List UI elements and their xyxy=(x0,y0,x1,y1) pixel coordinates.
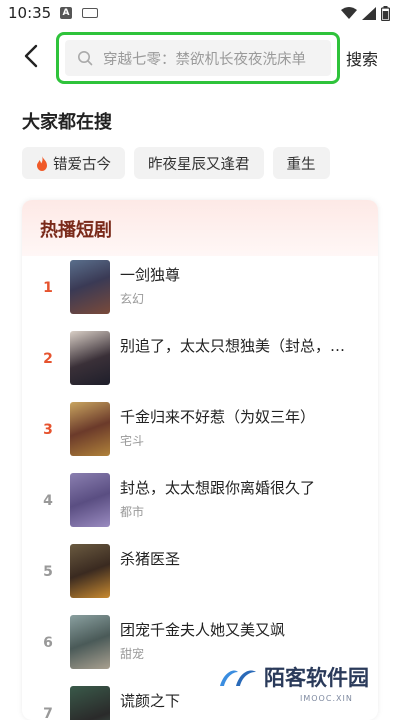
rank-number: 7 xyxy=(43,706,53,720)
rank-number: 6 xyxy=(43,635,53,651)
drama-tag: 甜宠 xyxy=(120,647,145,661)
hot-search-chip-label: 重生 xyxy=(286,156,316,173)
hot-search-chips: 错爱古今 昨夜星辰又逢君 重生 xyxy=(22,147,330,179)
watermark-logo-icon xyxy=(220,670,256,686)
drama-title: 杀猪医圣 xyxy=(120,550,181,568)
drama-tag: 宅斗 xyxy=(120,434,145,448)
drama-row[interactable]: 3 千金归来不好惹（为奴三年） 宅斗 xyxy=(22,402,378,462)
watermark: 陌客软件园 xyxy=(216,664,369,692)
drama-title: 谎颜之下 xyxy=(120,692,181,710)
watermark-sub: IMOOC.XIN xyxy=(300,694,353,703)
wifi-icon xyxy=(341,7,357,19)
rank-number: 2 xyxy=(43,351,53,367)
drama-cover[interactable] xyxy=(70,402,110,456)
hot-search-chip-label: 错爱古今 xyxy=(53,156,111,173)
drama-title: 封总，太太想跟你离婚很久了 xyxy=(120,479,316,497)
drama-tag: 都市 xyxy=(120,505,145,519)
keyboard-icon xyxy=(82,8,98,18)
watermark-main: 陌客软件园 xyxy=(264,665,369,690)
drama-cover[interactable] xyxy=(70,473,110,527)
notification-a-icon: A xyxy=(60,7,72,19)
drama-row[interactable]: 2 别追了，太太只想独美（封总，… xyxy=(22,331,378,391)
drama-cover[interactable] xyxy=(70,615,110,669)
status-bar: 10:35 A xyxy=(0,0,400,28)
search-box[interactable]: 穿越七零：禁欲机长夜夜洗床单 xyxy=(56,32,340,84)
hot-search-title: 大家都在搜 xyxy=(22,112,112,133)
drama-tag: 玄幻 xyxy=(120,292,145,306)
search-input[interactable]: 穿越七零：禁欲机长夜夜洗床单 xyxy=(65,40,331,76)
drama-row[interactable]: 1 一剑独尊 玄幻 xyxy=(22,260,378,320)
drama-cover[interactable] xyxy=(70,544,110,598)
rank-number: 4 xyxy=(43,493,53,509)
top-bar: 穿越七零：禁欲机长夜夜洗床单 搜索 xyxy=(0,30,400,86)
hot-search-chip-label: 昨夜星辰又逢君 xyxy=(148,156,250,173)
drama-cover[interactable] xyxy=(70,260,110,314)
rank-number: 1 xyxy=(43,280,53,296)
watermark-text: 陌客软件园 xyxy=(264,666,369,690)
status-icons xyxy=(341,6,390,21)
hot-drama-panel: 热播短剧 1 一剑独尊 玄幻 2 别追了，太太只想独美（封总，… 3 千金归来不… xyxy=(22,200,378,720)
search-icon xyxy=(78,51,93,66)
search-button[interactable]: 搜索 xyxy=(346,46,378,70)
drama-title: 一剑独尊 xyxy=(120,266,181,284)
back-arrow-icon[interactable] xyxy=(20,42,44,70)
battery-icon xyxy=(381,6,390,21)
hot-search-chip[interactable]: 重生 xyxy=(272,147,330,179)
drama-row[interactable]: 4 封总，太太想跟你离婚很久了 都市 xyxy=(22,473,378,533)
drama-title: 团宠千金夫人她又美又飒 xyxy=(120,621,286,639)
rank-number: 5 xyxy=(43,564,53,580)
drama-title: 别追了，太太只想独美（封总，… xyxy=(120,337,346,355)
drama-title: 千金归来不好惹（为奴三年） xyxy=(120,408,316,426)
hot-search-chip[interactable]: 错爱古今 xyxy=(22,147,125,179)
hot-search-chip[interactable]: 昨夜星辰又逢君 xyxy=(134,147,264,179)
signal-icon xyxy=(362,7,376,20)
panel-title: 热播短剧 xyxy=(40,220,112,241)
drama-cover[interactable] xyxy=(70,331,110,385)
rank-number: 3 xyxy=(43,422,53,438)
search-placeholder: 穿越七零：禁欲机长夜夜洗床单 xyxy=(103,51,306,68)
status-time: 10:35 xyxy=(8,4,52,22)
fire-icon xyxy=(37,155,47,171)
drama-row[interactable]: 5 杀猪医圣 xyxy=(22,544,378,604)
drama-cover[interactable] xyxy=(70,686,110,720)
